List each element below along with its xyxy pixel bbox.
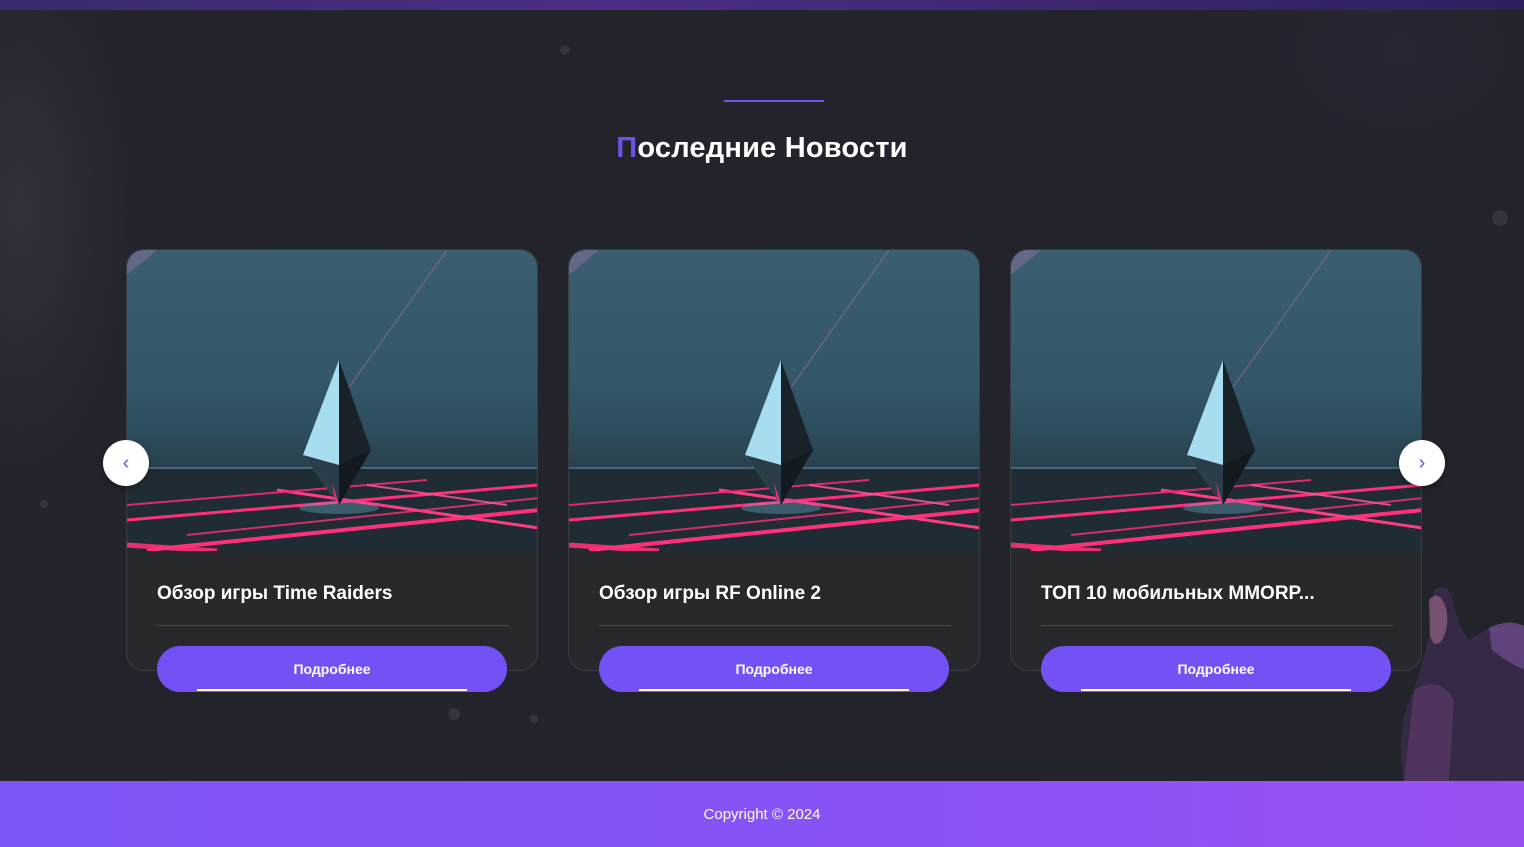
- news-card-divider: [599, 625, 951, 626]
- background-star: [1492, 210, 1508, 226]
- news-card-image: [127, 250, 537, 551]
- background-star: [448, 708, 460, 720]
- news-card: Обзор игры Time Raiders: [126, 249, 538, 671]
- chevron-right-icon: ›: [1418, 451, 1426, 474]
- background-star: [40, 500, 48, 508]
- read-more-button[interactable]: Подробнее: [1041, 646, 1391, 692]
- read-more-label: Подробнее: [1177, 661, 1255, 677]
- character-figure-image: [1400, 587, 1524, 781]
- read-more-label: Подробнее: [735, 661, 813, 677]
- read-more-button[interactable]: Подробнее: [157, 646, 507, 692]
- news-card-image: [569, 250, 979, 551]
- top-strip: [0, 0, 1524, 10]
- read-more-underline: [639, 689, 909, 691]
- news-card-title: ТОП 10 мобильных MMORP...: [1041, 583, 1315, 604]
- section-title: Последние Новости: [0, 132, 1524, 165]
- footer: Copyright © 2024: [0, 781, 1524, 847]
- section-title-line: [724, 100, 824, 102]
- news-card-title: Обзор игры Time Raiders: [157, 583, 393, 604]
- read-more-label: Подробнее: [293, 661, 371, 677]
- news-card: Обзор игры RF Online 2: [568, 249, 980, 671]
- section-title-text: оследние Новости: [637, 132, 908, 164]
- carousel-prev-button[interactable]: ‹: [103, 440, 149, 486]
- background-star: [560, 45, 570, 55]
- background-star: [530, 715, 538, 723]
- read-more-button[interactable]: Подробнее: [599, 646, 949, 692]
- news-card-divider: [157, 625, 509, 626]
- carousel-next-button[interactable]: ›: [1399, 440, 1445, 486]
- news-card-title: Обзор игры RF Online 2: [599, 583, 821, 604]
- read-more-underline: [1081, 689, 1351, 691]
- footer-copyright: Copyright © 2024: [703, 805, 821, 823]
- news-card-divider: [1041, 625, 1393, 626]
- section-title-accent: П: [616, 132, 638, 164]
- news-card-image: [1011, 250, 1421, 551]
- chevron-left-icon: ‹: [122, 451, 130, 474]
- read-more-underline: [197, 689, 467, 691]
- news-card: ТОП 10 мобильных MMORP...: [1010, 249, 1422, 671]
